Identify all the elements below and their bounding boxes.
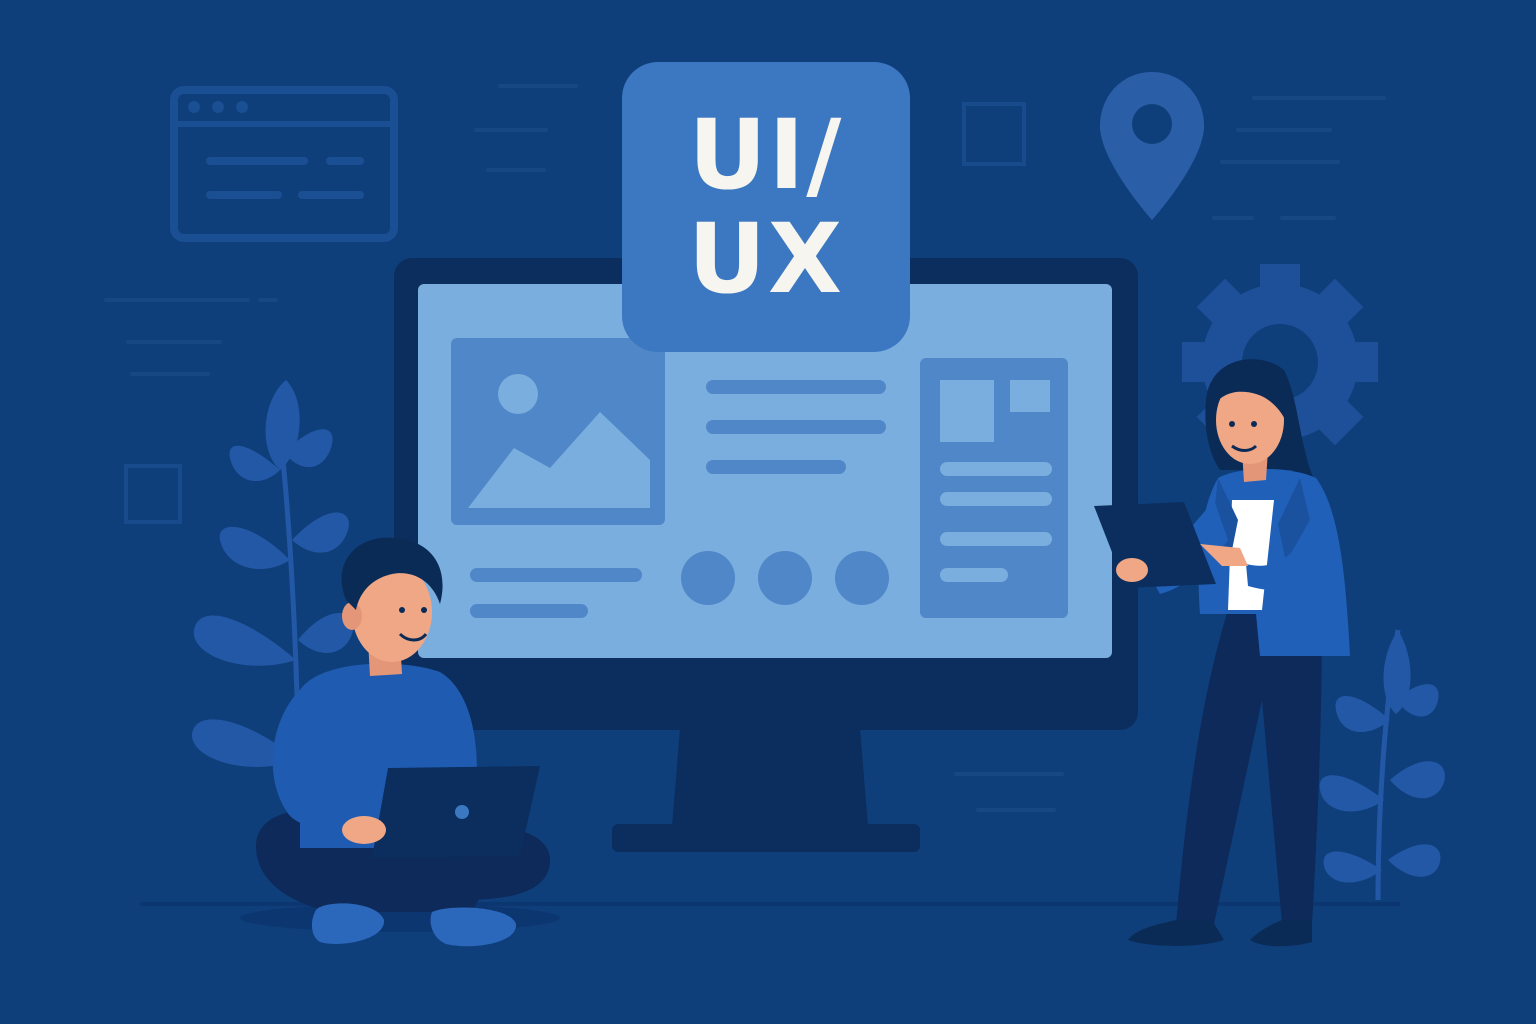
laptop-icon	[372, 766, 540, 858]
image-placeholder-icon	[451, 338, 665, 525]
monitor-stand	[672, 728, 868, 826]
carousel-dots	[681, 551, 889, 605]
uiux-illustration	[104, 62, 1445, 947]
monitor-base	[612, 824, 920, 852]
browser-window-icon	[170, 86, 398, 242]
square-outline-decoration	[124, 464, 182, 524]
location-pin-icon	[1100, 72, 1204, 220]
uiux-badge	[622, 62, 910, 352]
sidebar-card	[920, 358, 1068, 618]
right-plant	[1319, 629, 1445, 901]
square-outline-decoration	[962, 102, 1026, 166]
